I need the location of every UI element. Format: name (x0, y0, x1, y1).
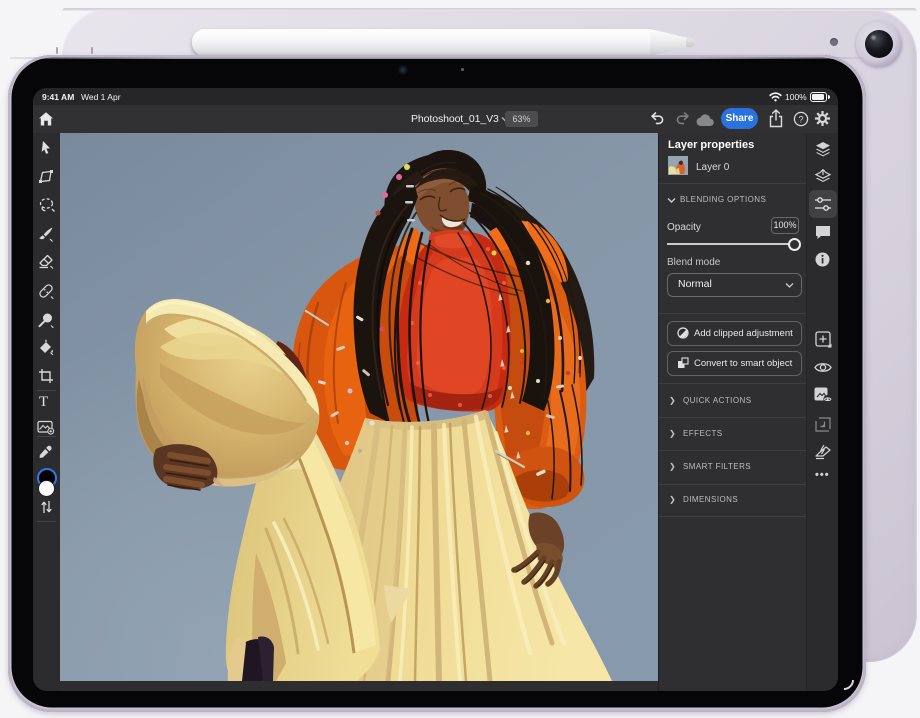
svg-text:?: ? (798, 114, 803, 124)
